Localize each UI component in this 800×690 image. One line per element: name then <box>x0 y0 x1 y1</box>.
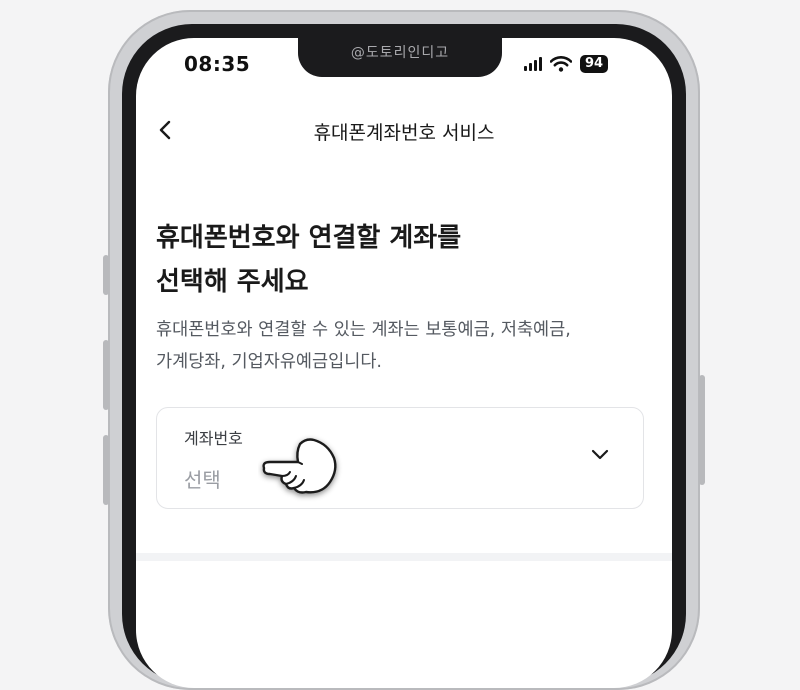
account-value: 선택 <box>184 468 221 492</box>
signal-icon <box>524 57 542 71</box>
status-icons: 94 <box>524 54 609 74</box>
account-select[interactable]: 계좌번호 선택 <box>156 407 644 509</box>
description-line: 가계당좌, 기업자유예금입니다. <box>156 352 382 372</box>
pointing-hand-icon <box>262 438 337 494</box>
phone-side-button <box>699 375 705 485</box>
status-time: 08:35 <box>184 52 251 76</box>
account-label: 계좌번호 <box>184 429 243 448</box>
watermark: @도토리인디고 <box>350 45 450 61</box>
battery-icon: 94 <box>580 55 609 73</box>
description-line: 휴대폰번호와 연결할 수 있는 계좌는 보통예금, 저축예금, <box>156 320 571 340</box>
page-title: 휴대폰계좌번호 서비스 <box>313 122 495 144</box>
phone-side-button <box>103 435 109 505</box>
section-divider <box>136 553 672 561</box>
phone-side-button <box>103 340 109 410</box>
phone-side-button <box>103 255 109 295</box>
heading-line: 선택해 주세요 <box>156 267 309 297</box>
main-heading: 휴대폰번호와 연결할 계좌를 선택해 주세요 <box>156 216 656 304</box>
battery-level: 94 <box>585 56 604 71</box>
notch: @도토리인디고 <box>298 38 502 77</box>
chevron-down-icon[interactable] <box>589 448 611 462</box>
description: 휴대폰번호와 연결할 수 있는 계좌는 보통예금, 저축예금, 가계당좌, 기업… <box>156 314 656 378</box>
phone-screen: @도토리인디고 08:35 94 휴대폰계좌번호 서비스 휴대폰번호와 연결할 … <box>136 38 672 688</box>
wifi-icon <box>550 56 572 72</box>
heading-line: 휴대폰번호와 연결할 계좌를 <box>156 223 462 253</box>
